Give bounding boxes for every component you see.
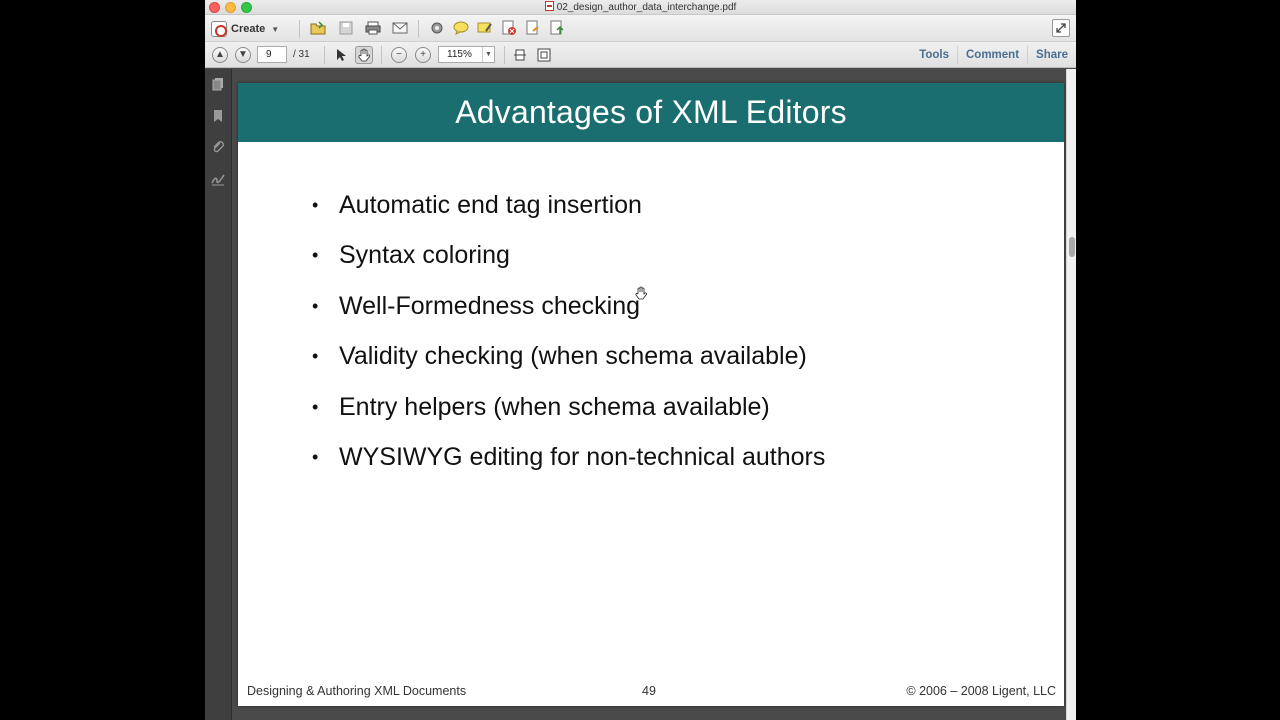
export-icon[interactable] <box>524 19 542 37</box>
upload-icon[interactable] <box>548 19 566 37</box>
list-item: • Well-Formedness checking <box>312 286 825 336</box>
hand-cursor-icon <box>635 286 647 300</box>
bullet-marker: • <box>312 245 319 266</box>
bullet-text: Syntax coloring <box>339 241 510 270</box>
fit-page-button[interactable] <box>511 46 529 64</box>
navigation-toolbar: ▲ ▼ / 31 − + 115% ▼ Tools Comment Share <box>205 42 1076 68</box>
page-total-label: / 31 <box>293 49 310 60</box>
chevron-down-icon: ▼ <box>271 24 280 34</box>
toolbar-divider <box>324 46 325 64</box>
list-item: • Validity checking (when schema availabl… <box>312 336 825 386</box>
zoom-level-value: 115% <box>447 49 472 60</box>
toolbar-divider <box>504 46 505 64</box>
bullet-marker: • <box>312 295 319 316</box>
list-item: • Syntax coloring <box>312 235 825 285</box>
email-icon[interactable] <box>391 19 409 37</box>
slide-footer-page-number: 49 <box>642 684 656 698</box>
fit-width-button[interactable] <box>535 46 553 64</box>
comment-bubble-icon[interactable] <box>452 19 470 37</box>
pdf-file-icon <box>544 1 554 11</box>
main-toolbar: Create ▼ <box>205 15 1076 42</box>
slide-footer-copyright: © 2006 – 2008 Ligent, LLC <box>906 684 1056 698</box>
share-link[interactable]: Share <box>1027 46 1076 64</box>
save-icon[interactable] <box>337 19 355 37</box>
hand-tool-button[interactable] <box>355 46 373 64</box>
bullet-marker: • <box>312 195 319 215</box>
create-pdf-icon <box>211 21 227 37</box>
window-title-text: 02_design_author_data_interchange.pdf <box>556 2 737 13</box>
zoom-out-button[interactable]: − <box>391 47 407 63</box>
slide-footer-title: Designing & Authoring XML Documents <box>247 684 467 698</box>
document-viewer[interactable]: Advantages of XML Editors • Automatic end… <box>232 69 1076 720</box>
toolbar-divider <box>299 20 300 38</box>
bullet-text: Well-Formedness checking <box>339 291 641 320</box>
toolbar-divider <box>381 46 382 64</box>
pdf-page: Advantages of XML Editors • Automatic end… <box>238 83 1064 706</box>
attachments-paperclip-icon[interactable] <box>211 140 225 154</box>
page-number-input[interactable] <box>257 46 287 63</box>
expand-window-icon[interactable] <box>1052 19 1070 37</box>
bullet-marker: • <box>312 446 319 467</box>
open-folder-icon[interactable] <box>309 19 327 37</box>
settings-gear-icon[interactable] <box>428 19 446 37</box>
window-title: 02_design_author_data_interchange.pdf <box>205 0 1076 15</box>
bullet-text: Validity checking (when schema available… <box>339 342 807 371</box>
previous-page-button[interactable]: ▲ <box>212 47 228 63</box>
zoom-level-select[interactable]: 115% ▼ <box>438 46 495 63</box>
list-item: • Entry helpers (when schema available) <box>312 387 825 437</box>
signatures-icon[interactable] <box>211 172 225 186</box>
toolbar-divider <box>418 20 419 38</box>
next-page-button[interactable]: ▼ <box>235 47 251 63</box>
tools-link[interactable]: Tools <box>911 46 957 64</box>
navigation-pane <box>205 69 232 720</box>
pdf-viewer-window: 02_design_author_data_interchange.pdf Cr… <box>205 0 1076 720</box>
bullet-text: Automatic end tag insertion <box>339 191 642 219</box>
print-icon[interactable] <box>364 19 382 37</box>
slide-title: Advantages of XML Editors <box>455 94 847 130</box>
vertical-scrollbar[interactable] <box>1066 69 1076 720</box>
bookmarks-icon[interactable] <box>211 109 225 123</box>
delete-page-icon[interactable] <box>500 19 518 37</box>
bullet-list: • Automatic end tag insertion • Syntax col… <box>312 185 825 487</box>
right-panel-links: Tools Comment Share <box>911 42 1076 68</box>
create-button[interactable]: Create ▼ <box>211 19 279 39</box>
scrollbar-thumb[interactable] <box>1069 237 1075 257</box>
select-tool-button[interactable] <box>332 46 350 64</box>
bullet-text: Entry helpers (when schema available) <box>339 392 770 421</box>
bullet-text: WYSIWYG editing for non-technical author… <box>339 442 826 471</box>
bullet-marker: • <box>312 346 319 367</box>
zoom-in-button[interactable]: + <box>415 47 431 63</box>
page-thumbnails-icon[interactable] <box>211 77 225 91</box>
create-label: Create <box>231 23 266 35</box>
chevron-down-icon: ▼ <box>482 47 494 62</box>
highlight-icon[interactable] <box>476 19 494 37</box>
title-bar: 02_design_author_data_interchange.pdf <box>205 0 1076 15</box>
slide-header: Advantages of XML Editors <box>238 83 1064 142</box>
comment-link[interactable]: Comment <box>957 46 1027 64</box>
list-item: • Automatic end tag insertion <box>312 185 825 235</box>
bullet-marker: • <box>312 396 319 417</box>
list-item: • WYSIWYG editing for non-technical autho… <box>312 437 825 487</box>
